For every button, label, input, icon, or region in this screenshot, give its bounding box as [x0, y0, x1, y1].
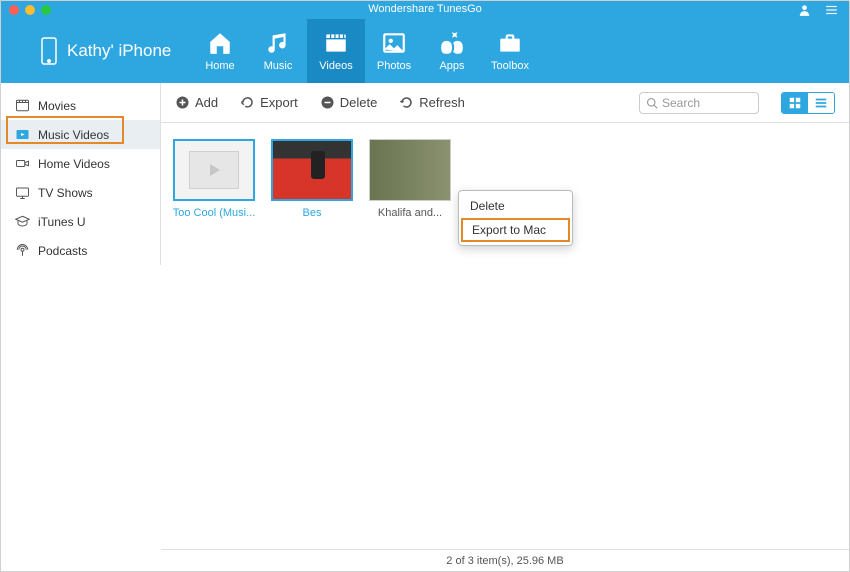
menu-icon[interactable]: [824, 3, 839, 22]
status-bar: 2 of 3 item(s), 25.96 MB: [161, 549, 849, 571]
delete-button[interactable]: Delete: [320, 95, 378, 110]
grid-icon: [788, 96, 802, 110]
main-tabs: Home Music Videos Photos Apps Toolbox: [191, 19, 539, 83]
context-menu: Delete Export to Mac: [458, 190, 573, 246]
podcast-icon: [15, 243, 30, 258]
sidebar-item-home-videos[interactable]: Home Videos: [1, 149, 160, 178]
toolbox-icon: [496, 30, 524, 56]
zoom-icon[interactable]: [41, 5, 51, 15]
tab-music[interactable]: Music: [249, 19, 307, 83]
graduation-icon: [15, 214, 30, 229]
grid-view-button[interactable]: [782, 93, 808, 113]
close-icon[interactable]: [9, 5, 19, 15]
video-thumb-3[interactable]: Khalifa and...: [367, 139, 453, 219]
phone-icon: [41, 37, 57, 65]
add-button[interactable]: Add: [175, 95, 218, 110]
device-name-text: Kathy' iPhone: [67, 41, 171, 61]
list-icon: [814, 96, 828, 110]
window-controls: [9, 5, 51, 15]
sidebar-item-podcasts[interactable]: Podcasts: [1, 236, 160, 265]
sidebar-item-tv-shows[interactable]: TV Shows: [1, 178, 160, 207]
music-video-icon: [15, 127, 30, 142]
app-title: Wondershare TunesGo: [368, 3, 482, 15]
main-panel: Add Export Delete Refresh Search: [161, 83, 849, 571]
sidebar-item-label: Music Videos: [38, 128, 109, 142]
content-area: Too Cool (Musi... Bes Khalifa and... Del…: [161, 123, 849, 549]
videos-icon: [322, 30, 350, 56]
user-icon[interactable]: [797, 3, 812, 22]
tab-photos[interactable]: Photos: [365, 19, 423, 83]
camcorder-icon: [15, 156, 30, 171]
sidebar-item-label: TV Shows: [38, 186, 93, 200]
sidebar: Movies Music Videos Home Videos TV Shows…: [1, 83, 161, 265]
apps-icon: [438, 30, 466, 56]
video-thumb-2[interactable]: Bes: [269, 139, 355, 219]
music-icon: [264, 30, 292, 56]
tab-apps[interactable]: Apps: [423, 19, 481, 83]
body: Movies Music Videos Home Videos TV Shows…: [1, 83, 849, 571]
thumb-label: Too Cool (Musi...: [172, 207, 256, 219]
sidebar-item-label: Movies: [38, 99, 76, 113]
sidebar-item-label: Home Videos: [38, 157, 110, 171]
header: Kathy' iPhone Home Music Videos Photos A…: [1, 19, 849, 83]
home-icon: [206, 30, 234, 56]
app-window: Wondershare TunesGo Kathy' iPhone Home M…: [0, 0, 850, 572]
thumb-label: Bes: [270, 207, 354, 219]
tab-toolbox[interactable]: Toolbox: [481, 19, 539, 83]
thumbnail-placeholder: [173, 139, 255, 201]
context-menu-delete[interactable]: Delete: [459, 194, 572, 218]
tab-videos[interactable]: Videos: [307, 19, 365, 83]
thumbnail-image: [271, 139, 353, 201]
play-icon: [206, 162, 222, 178]
export-icon: [240, 95, 255, 110]
tab-home[interactable]: Home: [191, 19, 249, 83]
search-icon: [646, 97, 658, 109]
sidebar-item-music-videos[interactable]: Music Videos: [1, 120, 160, 149]
search-input[interactable]: Search: [639, 92, 759, 114]
sidebar-item-movies[interactable]: Movies: [1, 91, 160, 120]
minus-circle-icon: [320, 95, 335, 110]
list-view-button[interactable]: [808, 93, 834, 113]
thumbnail-image: [369, 139, 451, 201]
refresh-icon: [399, 95, 414, 110]
sidebar-item-label: Podcasts: [38, 244, 87, 258]
view-toggle: [781, 92, 835, 114]
tv-icon: [15, 185, 30, 200]
thumb-label: Khalifa and...: [368, 207, 452, 219]
toolbar: Add Export Delete Refresh Search: [161, 83, 849, 123]
photos-icon: [380, 30, 408, 56]
film-icon: [15, 98, 30, 113]
device-label[interactable]: Kathy' iPhone: [1, 37, 191, 65]
minimize-icon[interactable]: [25, 5, 35, 15]
titlebar: Wondershare TunesGo: [1, 1, 849, 19]
sidebar-item-label: iTunes U: [38, 215, 86, 229]
sidebar-item-itunes-u[interactable]: iTunes U: [1, 207, 160, 236]
plus-circle-icon: [175, 95, 190, 110]
context-menu-export-to-mac[interactable]: Export to Mac: [461, 218, 570, 242]
video-thumb-1[interactable]: Too Cool (Musi...: [171, 139, 257, 219]
export-button[interactable]: Export: [240, 95, 298, 110]
refresh-button[interactable]: Refresh: [399, 95, 465, 110]
